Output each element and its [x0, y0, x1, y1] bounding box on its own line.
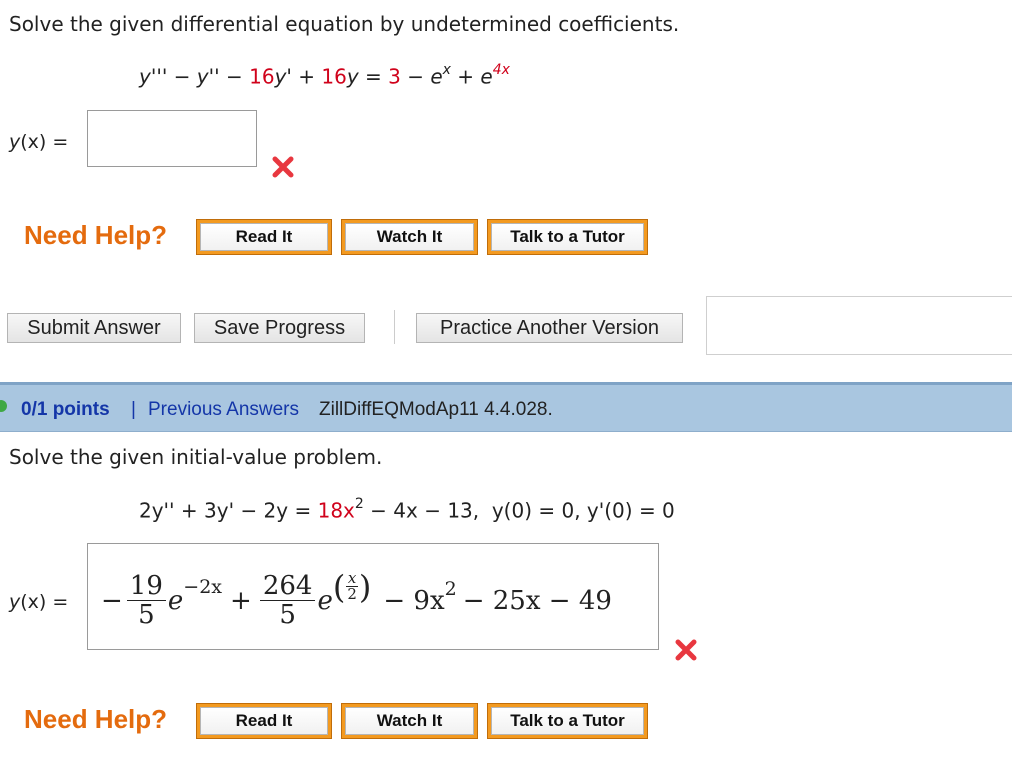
practice-another-version-button[interactable]: Practice Another Version — [416, 313, 683, 343]
incorrect-x-icon — [272, 156, 294, 178]
question1-prompt: Solve the given differential equation by… — [9, 12, 680, 36]
need-help-label: Need Help? — [24, 704, 168, 734]
question1-answer-label: y(x) = — [9, 131, 69, 153]
incorrect-x-icon — [675, 639, 697, 661]
question1-answer-input[interactable] — [87, 110, 257, 167]
question2-answer-label: y(x) = — [9, 591, 69, 613]
talk-to-tutor-button[interactable]: Talk to a Tutor — [487, 703, 648, 739]
points-label: 0/1 points — [21, 399, 110, 420]
read-it-button[interactable]: Read It — [196, 219, 332, 255]
header-separator: | — [131, 399, 136, 420]
question2-answer-input[interactable]: − 19 5 e −2x + 264 5 e ( x 2 ) − 9x 2 − … — [87, 543, 659, 650]
question2-answer-expression: − 19 5 e −2x + 264 5 e ( x 2 ) − 9x 2 − … — [101, 567, 612, 630]
submit-answer-button[interactable]: Submit Answer — [7, 313, 181, 343]
status-dot-icon — [0, 400, 7, 412]
watch-it-button[interactable]: Watch It — [341, 703, 478, 739]
button-divider — [394, 310, 395, 344]
previous-answers-link[interactable]: Previous Answers — [148, 399, 299, 421]
question2-equation: 2y'' + 3y' − 2y = 18x2 − 4x − 13, y(0) =… — [139, 496, 675, 523]
watch-it-button[interactable]: Watch It — [341, 219, 478, 255]
practice-panel — [706, 296, 1012, 355]
question-code: ZillDiffEQModAp11 4.4.028. — [319, 399, 553, 420]
fraction-264-5: 264 5 — [259, 572, 316, 629]
question1-equation: y''' − y'' − 16y' + 16y = 3 − ex + e4x — [139, 62, 510, 89]
question2-prompt: Solve the given initial-value problem. — [9, 445, 383, 469]
read-it-button[interactable]: Read It — [196, 703, 332, 739]
talk-to-tutor-button[interactable]: Talk to a Tutor — [487, 219, 648, 255]
question2-header: 0/1 points | Previous Answers ZillDiffEQ… — [0, 382, 1012, 432]
fraction-19-5: 19 5 — [126, 572, 166, 629]
need-help-label: Need Help? — [24, 220, 168, 250]
save-progress-button[interactable]: Save Progress — [194, 313, 365, 343]
